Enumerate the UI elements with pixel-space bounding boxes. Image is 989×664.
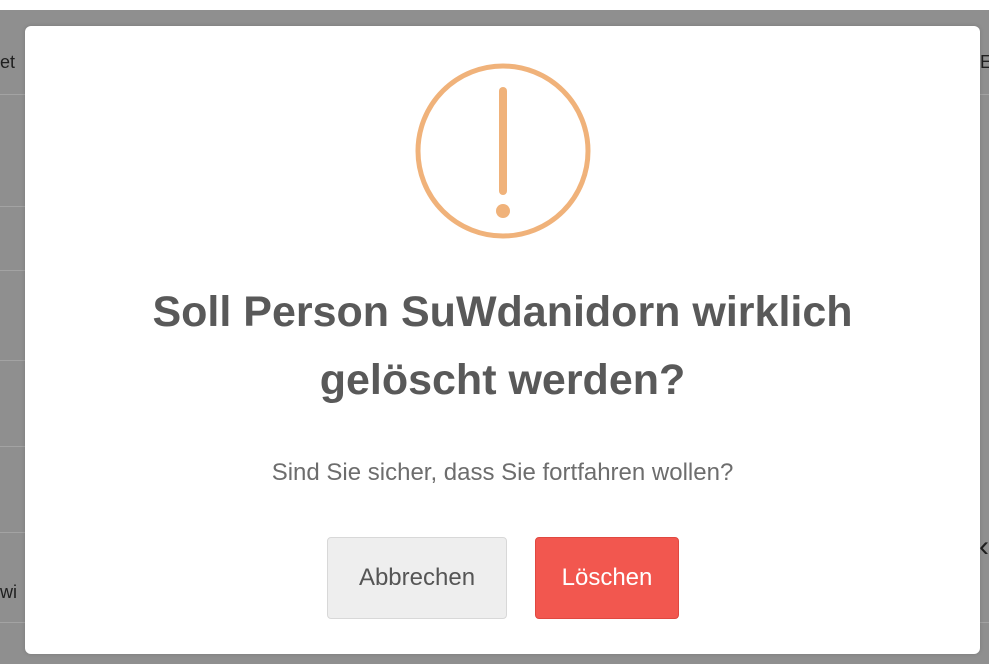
background-row-divider	[0, 446, 25, 447]
top-strip	[0, 0, 989, 10]
confirm-delete-dialog: Soll Person SuWdanidorn wirklich gelösch…	[25, 26, 980, 654]
background-row-divider	[980, 622, 989, 623]
background-row-divider	[0, 206, 25, 207]
background-table-text: wi	[0, 582, 17, 602]
background-table-text: E	[980, 52, 989, 72]
dialog-title: Soll Person SuWdanidorn wirklich gelösch…	[25, 278, 980, 414]
background-row-divider	[0, 94, 25, 95]
delete-button[interactable]: Löschen	[535, 537, 679, 619]
dialog-message: Sind Sie sicher, dass Sie fortfahren wol…	[271, 459, 734, 486]
cancel-button[interactable]: Abbrechen	[327, 537, 507, 619]
background-row-divider	[0, 270, 25, 271]
exclamation-circle-icon	[415, 63, 591, 239]
dialog-title-line: Soll Person SuWdanidorn wirklich	[152, 288, 853, 336]
background-table-text: et	[0, 52, 16, 72]
background-row-divider	[0, 360, 25, 361]
background-row-divider	[0, 622, 25, 623]
chevron-left-icon[interactable]: ‹	[979, 532, 989, 562]
background-row-divider	[0, 532, 25, 533]
background-row-divider	[980, 94, 989, 95]
dialog-title-line: gelöscht werden?	[319, 356, 686, 404]
